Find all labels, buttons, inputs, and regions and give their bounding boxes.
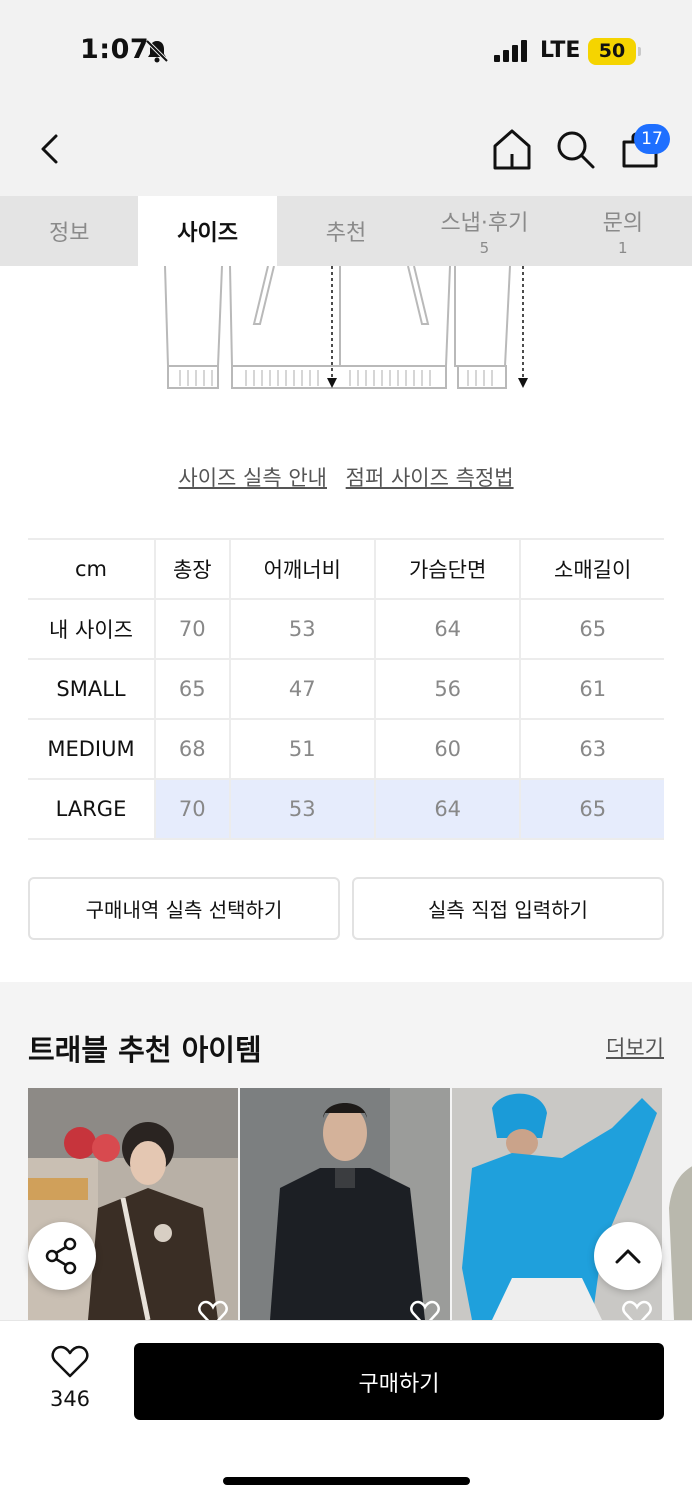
- table-cell: 68: [155, 719, 230, 780]
- table-cell: 53: [228, 779, 375, 840]
- table-cell: MEDIUM: [28, 719, 156, 780]
- table-cell: 64: [373, 599, 521, 660]
- table-cell: 내 사이즈: [28, 599, 156, 660]
- table-header-cell: 어깨너비: [228, 538, 375, 600]
- cart-count-badge: 17: [634, 124, 670, 154]
- table-header-cell: 가슴단면: [373, 538, 521, 600]
- product-photo: [664, 1088, 692, 1320]
- table-header-cell: 총장: [155, 538, 230, 600]
- product-photo: [240, 1088, 450, 1320]
- table-row-highlighted: LARGE 70 53 64 65: [28, 779, 664, 840]
- tab-label: 문의: [602, 211, 644, 236]
- table-cell: 61: [519, 659, 664, 720]
- section-title: 트래블 추천 아이템: [28, 1033, 262, 1067]
- table-cell: 63: [519, 719, 664, 780]
- tab-count: 5: [479, 239, 490, 257]
- tab-inquiry[interactable]: 문의 1: [554, 196, 692, 266]
- size-guide-links: 사이즈 실측 안내 점퍼 사이즈 측정법: [0, 462, 692, 492]
- home-icon[interactable]: [490, 126, 534, 172]
- table-header-cell: 소매길이: [519, 538, 664, 600]
- bell-muted-icon: [145, 39, 169, 63]
- table-cell: 64: [373, 779, 521, 840]
- table-cell: 65: [155, 659, 230, 720]
- battery-indicator: 50: [588, 38, 641, 65]
- table-header-cell: cm: [28, 538, 156, 600]
- tab-label: 정보: [48, 221, 90, 246]
- tab-size[interactable]: 사이즈: [138, 196, 277, 266]
- share-icon: [45, 1237, 77, 1275]
- table-cell: 65: [519, 599, 664, 660]
- jacket-measurement-illustration: [164, 266, 528, 389]
- tab-label: 추천: [325, 221, 367, 246]
- table-header-row: cm 총장 어깨너비 가슴단면 소매길이: [28, 538, 664, 600]
- table-cell: SMALL: [28, 659, 156, 720]
- status-time: 1:07: [80, 34, 150, 65]
- buy-button[interactable]: 구매하기: [134, 1343, 664, 1420]
- table-cell: 56: [373, 659, 521, 720]
- table-cell: 60: [373, 719, 521, 780]
- size-table: cm 총장 어깨너비 가슴단면 소매길이 내 사이즈 70 53 64 65 S…: [28, 538, 664, 840]
- table-cell: 47: [228, 659, 375, 720]
- share-button[interactable]: [28, 1222, 96, 1290]
- tab-info[interactable]: 정보: [0, 196, 138, 266]
- actual-size-guide-link[interactable]: 사이즈 실측 안내: [178, 466, 327, 490]
- tab-recommend[interactable]: 추천: [277, 196, 415, 266]
- select-purchase-history-button[interactable]: 구매내역 실측 선택하기: [28, 877, 340, 940]
- table-cell: 65: [519, 779, 664, 840]
- network-label: LTE: [540, 38, 581, 63]
- wishlist-heart-icon[interactable]: [410, 1300, 440, 1320]
- like-button[interactable]: 346: [30, 1345, 110, 1411]
- size-action-buttons: 구매내역 실측 선택하기 실측 직접 입력하기: [28, 877, 664, 940]
- table-cell: 51: [228, 719, 375, 780]
- product-thumbnail[interactable]: [240, 1088, 450, 1320]
- top-nav: 17: [0, 100, 692, 196]
- table-cell: LARGE: [28, 779, 156, 840]
- home-indicator: [223, 1477, 470, 1485]
- product-carousel: [28, 1088, 692, 1320]
- table-cell: 70: [155, 779, 230, 840]
- product-thumbnail[interactable]: [664, 1088, 692, 1320]
- tab-label: 스냅·후기: [440, 211, 529, 236]
- tab-label: 사이즈: [177, 221, 238, 246]
- scroll-top-button[interactable]: [594, 1222, 662, 1290]
- table-row: 내 사이즈 70 53 64 65: [28, 599, 664, 660]
- search-icon[interactable]: [554, 128, 596, 170]
- signal-icon: [494, 40, 527, 62]
- tab-snap-review[interactable]: 스냅·후기 5: [415, 196, 553, 266]
- tab-count: 1: [618, 239, 628, 257]
- status-bar: 1:07 LTE 50: [0, 0, 692, 100]
- tab-bar: 정보 사이즈 추천 스냅·후기 5 문의 1: [0, 196, 692, 266]
- table-cell: 70: [155, 599, 230, 660]
- bottom-purchase-bar: 346 구매하기: [0, 1320, 692, 1500]
- back-arrow-icon[interactable]: [34, 130, 64, 168]
- table-row: MEDIUM 68 51 60 63: [28, 719, 664, 780]
- chevron-up-icon: [615, 1249, 641, 1264]
- wishlist-heart-icon[interactable]: [198, 1300, 228, 1320]
- more-link[interactable]: 더보기: [606, 1032, 664, 1062]
- manual-size-input-button[interactable]: 실측 직접 입력하기: [352, 877, 664, 940]
- table-cell: 53: [228, 599, 375, 660]
- wishlist-heart-icon[interactable]: [622, 1300, 652, 1320]
- like-count: 346: [49, 1387, 91, 1411]
- heart-icon: [51, 1345, 89, 1378]
- table-row: SMALL 65 47 56 61: [28, 659, 664, 720]
- measure-method-link[interactable]: 점퍼 사이즈 측정법: [346, 466, 514, 490]
